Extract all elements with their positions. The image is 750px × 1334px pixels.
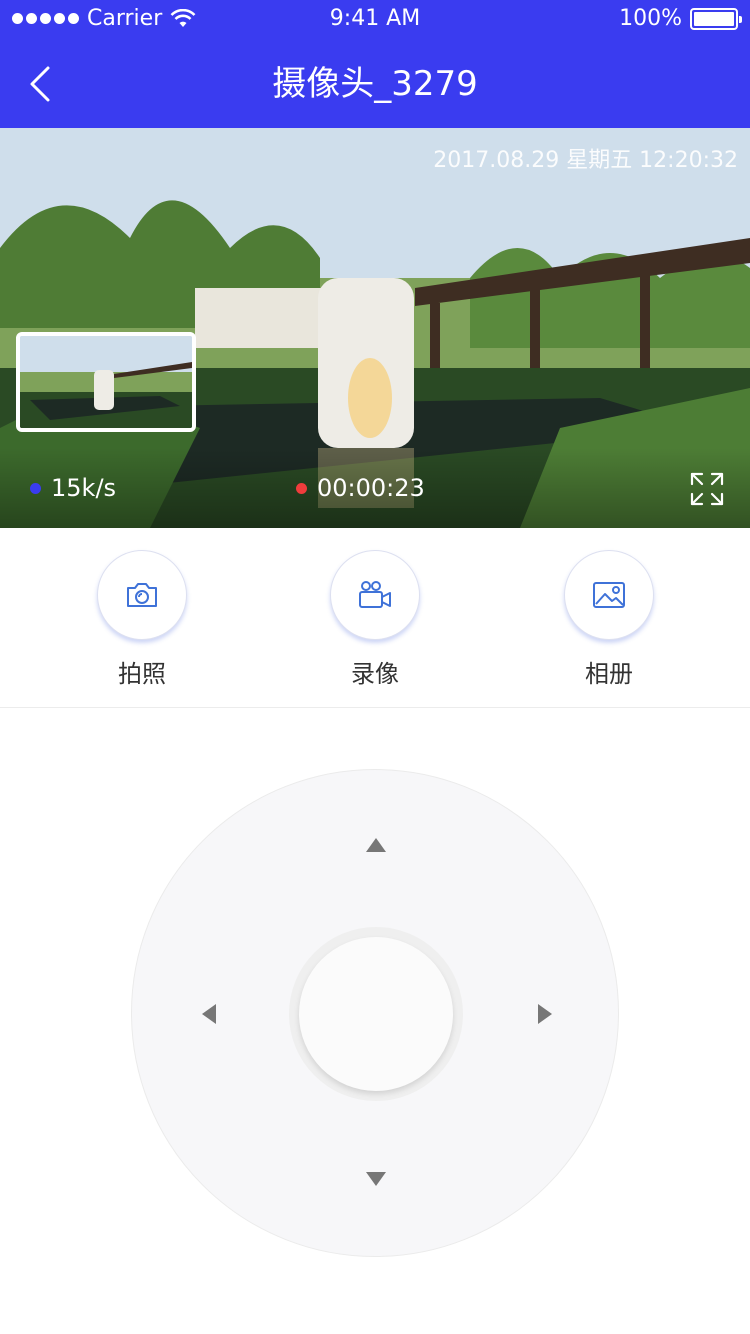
picture-in-picture[interactable] <box>16 332 196 432</box>
arrow-down-icon[interactable] <box>366 1172 386 1186</box>
pip-scene <box>20 336 192 428</box>
battery-percent: 100% <box>619 6 682 31</box>
record-dot <box>296 482 307 494</box>
live-video[interactable]: 2017.08.29 星期五 12:20:32 15k/s 00:00:23 <box>0 128 750 528</box>
fullscreen-icon <box>690 472 724 506</box>
album-button[interactable]: 相册 <box>539 550 679 700</box>
arrow-up-icon[interactable] <box>366 838 386 852</box>
photo-album-icon <box>593 582 625 608</box>
page-title: 摄像头_3279 <box>272 64 478 104</box>
record-video-button[interactable]: 录像 <box>305 550 445 700</box>
album-label: 相册 <box>585 660 633 688</box>
take-photo-button[interactable]: 拍照 <box>72 550 212 700</box>
ptz-control-area <box>0 709 750 1334</box>
center-button[interactable] <box>299 937 453 1091</box>
speed-value: 15k/s <box>51 474 117 502</box>
direction-pad[interactable] <box>131 769 619 1257</box>
take-photo-label: 拍照 <box>118 660 166 688</box>
record-time: 00:00:23 <box>317 474 425 502</box>
header: Carrier 9:41 AM 100% 摄像头_3279 <box>0 0 750 128</box>
nav-bar: 摄像头_3279 <box>0 40 750 128</box>
speed-indicator: 15k/s <box>30 474 116 502</box>
video-camera-icon <box>359 581 391 608</box>
arrow-left-icon[interactable] <box>202 1004 216 1024</box>
camera-icon <box>127 583 157 607</box>
speed-dot <box>30 482 41 494</box>
video-timestamp: 2017.08.29 星期五 12:20:32 <box>433 148 738 173</box>
record-video-label: 录像 <box>351 660 399 688</box>
video-stats-bar: 15k/s 00:00:23 <box>0 448 750 528</box>
battery-icon <box>690 7 742 30</box>
fullscreen-button[interactable] <box>690 472 724 506</box>
chevron-left-icon <box>30 66 50 102</box>
recording-indicator: 00:00:23 <box>296 474 425 502</box>
back-button[interactable] <box>18 60 62 108</box>
action-bar: 拍照 录像 相册 <box>0 528 750 708</box>
status-bar: Carrier 9:41 AM 100% <box>0 0 750 40</box>
arrow-right-icon[interactable] <box>538 1004 552 1024</box>
